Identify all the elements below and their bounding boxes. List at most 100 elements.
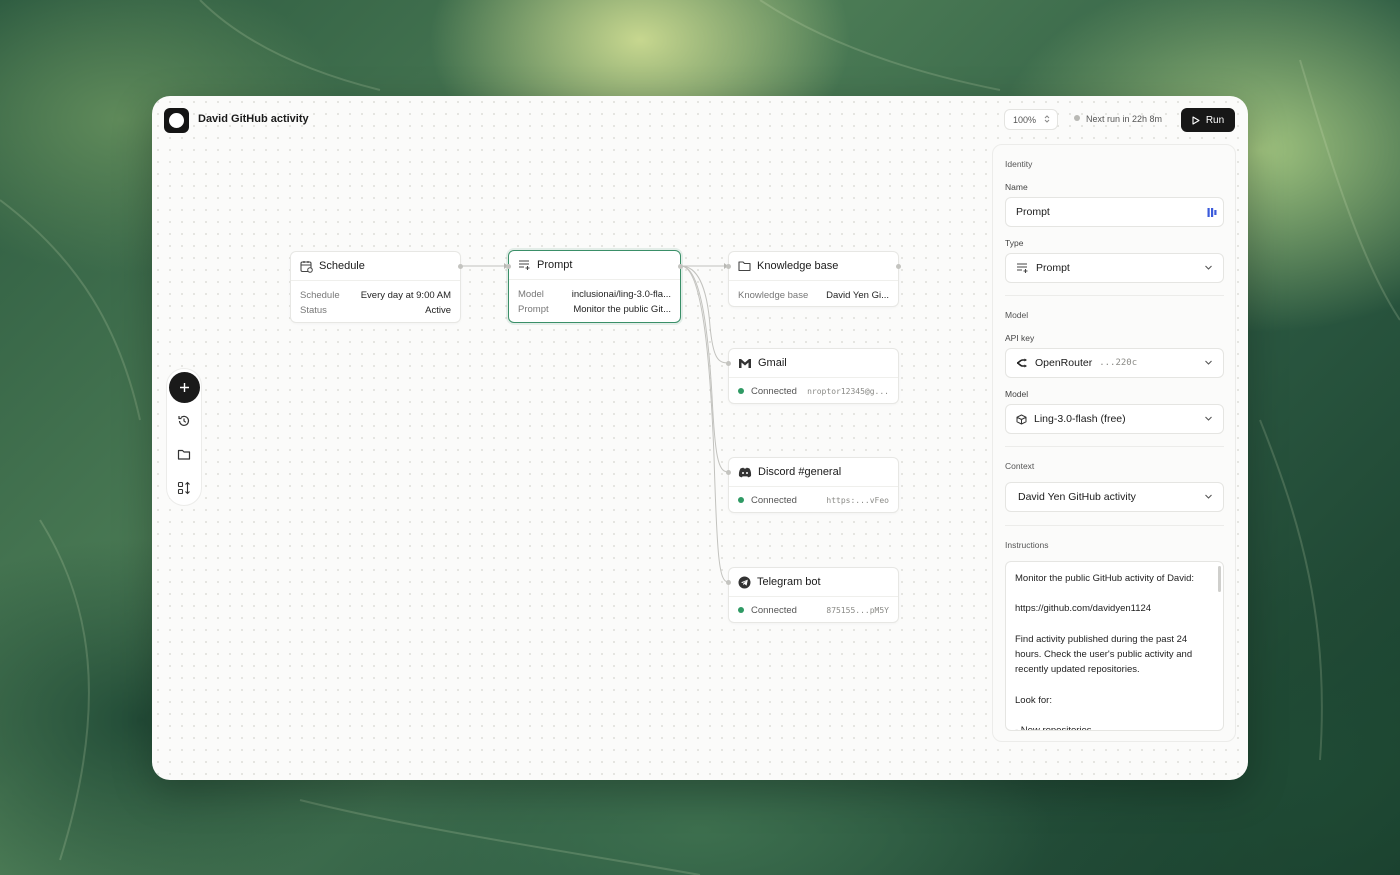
prompt-node-title: Prompt [537,259,573,271]
instructions-textarea[interactable]: Monitor the public GitHub activity of Da… [1005,561,1224,731]
api-key-label: API key [1005,333,1035,343]
zoom-value: 100% [1013,115,1037,125]
knowledge-base-row: Knowledge base David Yen Gi... [738,288,889,303]
gmail-icon [739,358,751,368]
folder-icon [738,261,751,272]
gmail-node-title: Gmail [758,357,787,369]
type-label: Type [1005,238,1024,248]
gmail-status-row: Connected nroptor12345@g... [729,378,898,404]
schedule-node-header: Schedule [291,252,460,281]
password-manager-icon[interactable] [1207,207,1217,221]
status-dot [738,388,744,394]
status-label: Connected [751,385,797,397]
row-value: Every day at 9:00 AM [360,290,451,301]
model-row: Model inclusionai/ling-3.0-fla... [518,287,671,302]
divider [1005,295,1224,296]
api-key-select[interactable]: OpenRouter ...220c [1005,348,1224,378]
play-icon [1192,115,1200,125]
type-value: Prompt [1036,262,1070,274]
output-port[interactable] [678,264,683,269]
status-label: Connected [751,494,797,506]
input-port[interactable] [726,264,731,269]
workflow-window: David GitHub activity 100% Next run in 2… [152,96,1248,780]
chevron-down-icon [1204,358,1213,370]
textarea-scrollbar[interactable] [1218,566,1221,592]
status-row: Status Active [300,303,451,318]
knowledge-base-node[interactable]: Knowledge base Knowledge base David Yen G… [726,251,901,307]
bot-token-detail: 875155...pM5Y [826,605,889,615]
discord-status-row: Connected https:...vFeo [729,487,898,513]
row-value: Active [425,305,451,316]
input-port[interactable] [506,264,511,269]
instructions-line: Find activity published during the past … [1015,633,1193,676]
chevron-down-icon [1204,414,1213,426]
name-label: Name [1005,182,1028,192]
schedule-node[interactable]: Schedule Schedule Every day at 9:00 AM St… [290,251,463,323]
context-value: David Yen GitHub activity [1018,491,1136,503]
openrouter-icon [1016,358,1027,368]
run-button[interactable]: Run [1181,108,1235,132]
edge-prompt-telegram [680,265,729,583]
account-detail: nroptor12345@g... [807,386,889,396]
chevrons-updown-icon [1044,114,1050,126]
output-port[interactable] [458,264,463,269]
row-value: David Yen Gi... [826,290,889,301]
prompt-icon [1017,263,1028,273]
instructions-line: Monitor the public GitHub activity of Da… [1015,573,1194,584]
prompt-icon [519,260,530,270]
discord-node-header: Discord #general [729,458,898,487]
output-port[interactable] [896,264,901,269]
model-select[interactable]: Ling-3.0-flash (free) [1005,404,1224,434]
run-label: Run [1205,114,1225,126]
divider [1005,446,1224,447]
input-port[interactable] [726,361,731,366]
prompt-row: Prompt Monitor the public Git... [518,302,671,317]
gmail-node-header: Gmail [729,349,898,378]
name-input[interactable]: Prompt [1005,197,1224,227]
edge-prompt-gmail [680,265,729,364]
calendar-icon [300,260,313,273]
instructions-line: - New repositories [1015,724,1092,731]
discord-node[interactable]: Discord #general Connected https:...vFeo [726,457,899,513]
telegram-node-title: Telegram bot [757,576,821,588]
status-dot [738,497,744,503]
webhook-detail: https:...vFeo [826,495,889,505]
knowledge-base-node-title: Knowledge base [757,260,839,272]
model-cube-icon [1016,414,1027,424]
instructions-line: Look for: [1015,694,1052,706]
identity-section-label: Identity [1005,159,1033,169]
discord-icon [738,467,752,477]
chevron-down-icon [1204,492,1213,504]
prompt-node[interactable]: Prompt Model inclusionai/ling-3.0-fla... … [506,250,683,323]
gmail-node[interactable]: Gmail Connected nroptor12345@g... [726,348,899,404]
prompt-node-header: Prompt [509,251,680,280]
model-label: Model [1005,389,1029,399]
input-port[interactable] [726,580,731,585]
next-run-label: Next run in 22h 8m [1086,114,1163,124]
zoom-select[interactable]: 100% [1004,109,1058,130]
context-select[interactable]: David Yen GitHub activity [1005,482,1224,512]
next-run-status: Next run in 22h 8m [1074,114,1162,124]
discord-node-title: Discord #general [758,466,842,478]
edge-prompt-discord [680,265,729,473]
api-key-provider: OpenRouter [1035,357,1093,369]
instructions-line: https://github.com/davidyen1124 [1015,603,1152,615]
telegram-node[interactable]: Telegram bot Connected 875155...pM5Y [726,567,899,623]
row-key: Model [518,289,544,300]
context-section-label: Context [1005,461,1035,471]
type-select[interactable]: Prompt [1005,253,1224,283]
status-label: Connected [751,604,797,616]
api-key-suffix: ...220c [1099,358,1138,368]
row-key: Knowledge base [738,290,809,301]
node-inspector-panel: Identity Name Prompt Type Prompt Model A… [992,144,1236,742]
model-value: Ling-3.0-flash (free) [1034,413,1126,425]
telegram-node-header: Telegram bot [729,568,898,597]
row-value: inclusionai/ling-3.0-fla... [571,289,671,300]
schedule-row: Schedule Every day at 9:00 AM [300,288,451,303]
status-dot [738,607,744,613]
chevron-down-icon [1204,263,1213,275]
input-port[interactable] [726,470,731,475]
schedule-node-title: Schedule [319,260,365,272]
row-key: Status [300,305,327,316]
instructions-section-label: Instructions [1005,540,1049,550]
